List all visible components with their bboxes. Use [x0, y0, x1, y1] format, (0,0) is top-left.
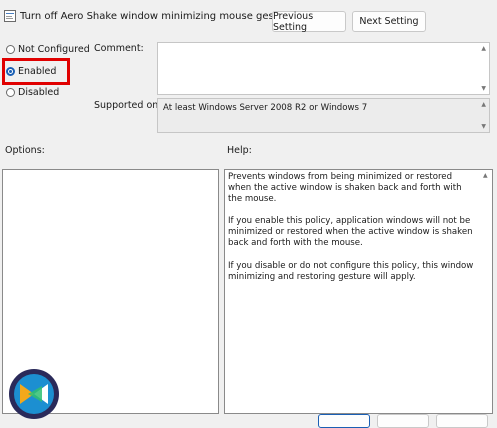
radio-not-configured-label: Not Configured [18, 44, 90, 55]
help-label: Help: [227, 145, 252, 156]
supported-on-value: At least Windows Server 2008 R2 or Windo… [163, 103, 368, 113]
radio-disabled[interactable]: Disabled [6, 87, 59, 98]
help-text: Prevents windows from being minimized or… [228, 172, 474, 294]
help-paragraph: Prevents windows from being minimized or… [228, 172, 462, 205]
brand-logo-icon [9, 369, 59, 419]
scroll-down-icon[interactable]: ▼ [481, 85, 486, 92]
options-label: Options: [5, 145, 45, 156]
supported-on-field: At least Windows Server 2008 R2 or Windo… [157, 98, 490, 133]
scroll-up-icon[interactable]: ▲ [481, 45, 486, 52]
radio-disabled-label: Disabled [18, 87, 60, 98]
radio-disabled-circle[interactable] [6, 88, 15, 97]
policy-setting-icon [4, 10, 16, 22]
cancel-button[interactable] [377, 414, 429, 428]
comment-label: Comment: [94, 43, 144, 54]
enabled-highlight-box [2, 58, 70, 85]
apply-button[interactable] [436, 414, 488, 428]
radio-not-configured-circle[interactable] [6, 45, 15, 54]
scroll-up-icon[interactable]: ▲ [483, 172, 488, 179]
ok-button[interactable] [318, 414, 370, 428]
radio-not-configured[interactable]: Not Configured [6, 44, 90, 55]
supported-on-label: Supported on: [94, 100, 162, 111]
next-setting-button[interactable]: Next Setting [352, 11, 426, 32]
window-title: Turn off Aero Shake window minimizing mo… [20, 11, 295, 22]
previous-setting-button[interactable]: Previous Setting [272, 11, 346, 33]
help-paragraph: If you disable or do not configure this … [228, 260, 474, 282]
comment-input[interactable]: ▲ ▼ [157, 42, 490, 95]
scroll-up-icon[interactable]: ▲ [481, 101, 486, 108]
scroll-down-icon[interactable]: ▼ [481, 123, 486, 130]
help-paragraph: If you enable this policy, application w… [228, 216, 473, 249]
